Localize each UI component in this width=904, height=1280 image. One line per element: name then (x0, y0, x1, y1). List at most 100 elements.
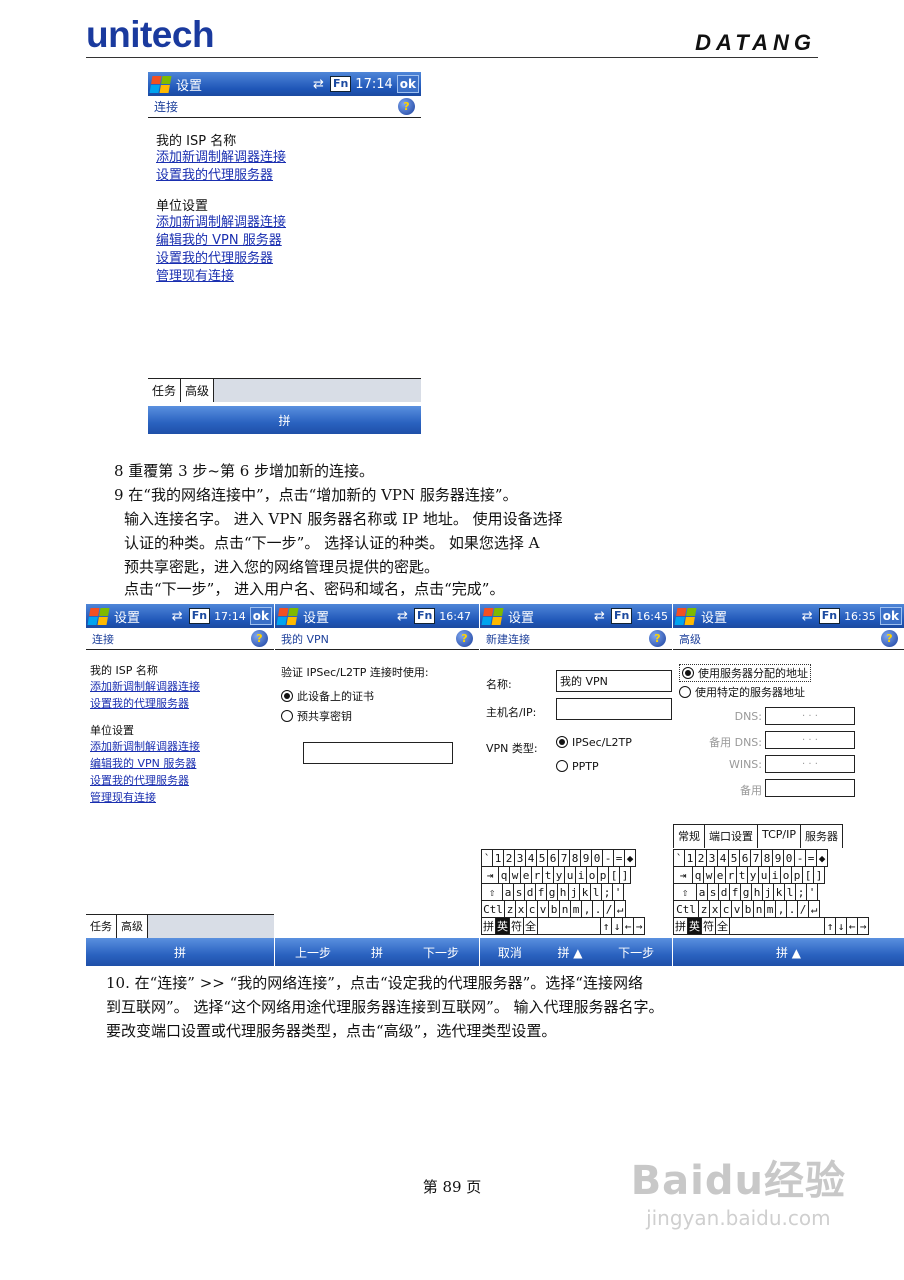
tab-advanced[interactable]: 高级 (181, 379, 215, 402)
preshared-key-input[interactable] (303, 742, 453, 764)
english-key[interactable]: 英 (495, 917, 510, 935)
radio-server-assigned[interactable] (682, 667, 694, 679)
alt-dns-input[interactable]: . . . (765, 731, 855, 749)
help-icon[interactable]: ? (398, 98, 415, 115)
tab-tcpip[interactable]: TCP/IP (758, 824, 801, 848)
option-server-assigned[interactable]: 使用服务器分配的地址 (679, 664, 811, 682)
english-key[interactable]: 英 (687, 917, 702, 935)
shift-key[interactable]: ⇧ (481, 883, 503, 901)
key[interactable]: ' (612, 883, 624, 901)
fullwidth-key[interactable]: 全 (715, 917, 730, 935)
windows-start-icon[interactable] (674, 607, 697, 625)
tab-key[interactable]: ⇥ (481, 866, 499, 884)
network-icon[interactable]: ⇄ (802, 609, 813, 624)
help-icon[interactable]: ? (251, 630, 268, 647)
link-add-modem-isp[interactable]: 添加新调制解调器连接 (90, 678, 270, 695)
fn-icon[interactable]: Fn (413, 608, 436, 624)
pinyin-key[interactable]: 拼 (673, 917, 688, 935)
tab-tasks[interactable]: 任务 (86, 915, 117, 938)
ok-button[interactable]: ok (396, 75, 419, 93)
tab-advanced[interactable]: 高级 (117, 915, 148, 938)
symbol-key[interactable]: 符 (701, 917, 716, 935)
tab-server[interactable]: 服务器 (800, 824, 843, 848)
fn-icon[interactable]: Fn (818, 608, 841, 624)
input-method-button[interactable]: 拼 (278, 412, 290, 429)
radio-certificate[interactable] (281, 690, 293, 702)
ctrl-key[interactable]: Ctl (481, 900, 505, 918)
option-certificate[interactable]: 此设备上的证书 (281, 688, 473, 704)
network-icon[interactable]: ⇄ (313, 77, 324, 92)
enter-key[interactable]: ↵ (808, 900, 820, 918)
ok-button[interactable]: ok (249, 607, 272, 625)
option-specific-server[interactable]: 使用特定的服务器地址 (679, 684, 805, 700)
fn-icon[interactable]: Fn (188, 608, 211, 624)
ok-button[interactable]: ok (879, 607, 902, 625)
windows-start-icon[interactable] (87, 607, 110, 625)
key[interactable]: ] (619, 866, 631, 884)
right-key[interactable]: → (633, 917, 645, 935)
radio-specific-server[interactable] (679, 686, 691, 698)
space-key[interactable] (729, 917, 825, 935)
link-proxy-work[interactable]: 设置我的代理服务器 (90, 772, 270, 789)
host-input[interactable] (556, 698, 672, 720)
key[interactable]: ] (813, 866, 825, 884)
link-proxy-isp[interactable]: 设置我的代理服务器 (156, 167, 413, 185)
screen-connections-top: 设置 ⇄ Fn 17:14 ok 连接 ? 我的 ISP 名称 添加新调制解调器… (148, 72, 421, 434)
input-method-button[interactable]: 拼 (174, 944, 186, 961)
help-icon[interactable]: ? (649, 630, 666, 647)
type-ipsec[interactable]: IPSec/L2TP (556, 736, 632, 749)
wins-input[interactable]: . . . (765, 755, 855, 773)
option-preshared-key[interactable]: 预共享密钥 (281, 708, 473, 724)
network-icon[interactable]: ⇄ (172, 609, 183, 624)
tab-port-settings[interactable]: 端口设置 (705, 824, 758, 848)
enter-key[interactable]: ↵ (614, 900, 626, 918)
next-button[interactable]: 下一步 (618, 944, 654, 961)
tab-tasks[interactable]: 任务 (148, 379, 182, 402)
link-manage-connections[interactable]: 管理现有连接 (156, 268, 413, 286)
alt-wins-input[interactable] (765, 779, 855, 797)
windows-start-icon[interactable] (481, 607, 504, 625)
radio-preshared-key[interactable] (281, 710, 293, 722)
title-bar: 设置 ⇄ Fn 16:35 ok (673, 604, 904, 628)
input-method-button[interactable]: 拼 ▲ (557, 944, 582, 961)
symbol-key[interactable]: 符 (509, 917, 524, 935)
help-icon[interactable]: ? (456, 630, 473, 647)
network-icon[interactable]: ⇄ (397, 609, 408, 624)
link-manage-connections[interactable]: 管理现有连接 (90, 789, 270, 806)
step9-line3: 认证的种类。点击“下一步”。 选择认证的种类。 如果您选择 A (124, 534, 540, 552)
windows-start-icon[interactable] (149, 75, 172, 93)
tab-key[interactable]: ⇥ (673, 866, 693, 884)
next-button[interactable]: 下一步 (423, 944, 459, 961)
input-method-button[interactable]: 拼 ▲ (776, 944, 801, 961)
type-pptp[interactable]: PPTP (556, 760, 599, 773)
dns-input[interactable]: . . . (765, 707, 855, 725)
cancel-button[interactable]: 取消 (498, 944, 522, 961)
radio-ipsec[interactable] (556, 736, 568, 748)
right-key[interactable]: → (857, 917, 869, 935)
key[interactable]: ' (806, 883, 818, 901)
pinyin-key[interactable]: 拼 (481, 917, 496, 935)
backspace-key[interactable]: ◆ (816, 849, 828, 867)
link-add-modem-work[interactable]: 添加新调制解调器连接 (156, 214, 413, 232)
fn-icon[interactable]: Fn (329, 76, 352, 92)
windows-start-icon[interactable] (276, 607, 299, 625)
space-key[interactable] (537, 917, 601, 935)
back-button[interactable]: 上一步 (295, 944, 331, 961)
network-icon[interactable]: ⇄ (594, 609, 605, 624)
link-proxy-work[interactable]: 设置我的代理服务器 (156, 250, 413, 268)
link-edit-vpn[interactable]: 编辑我的 VPN 服务器 (90, 755, 270, 772)
link-add-modem-isp[interactable]: 添加新调制解调器连接 (156, 149, 413, 167)
shift-key[interactable]: ⇧ (673, 883, 697, 901)
link-add-modem-work[interactable]: 添加新调制解调器连接 (90, 738, 270, 755)
fullwidth-key[interactable]: 全 (523, 917, 538, 935)
radio-pptp[interactable] (556, 760, 568, 772)
ctrl-key[interactable]: Ctl (673, 900, 699, 918)
name-input[interactable]: 我的 VPN (556, 670, 672, 692)
help-icon[interactable]: ? (881, 630, 898, 647)
link-proxy-isp[interactable]: 设置我的代理服务器 (90, 695, 270, 712)
tab-general[interactable]: 常规 (673, 824, 705, 848)
link-edit-vpn[interactable]: 编辑我的 VPN 服务器 (156, 232, 413, 250)
input-method-button[interactable]: 拼 (371, 944, 383, 961)
backspace-key[interactable]: ◆ (624, 849, 636, 867)
fn-icon[interactable]: Fn (610, 608, 633, 624)
